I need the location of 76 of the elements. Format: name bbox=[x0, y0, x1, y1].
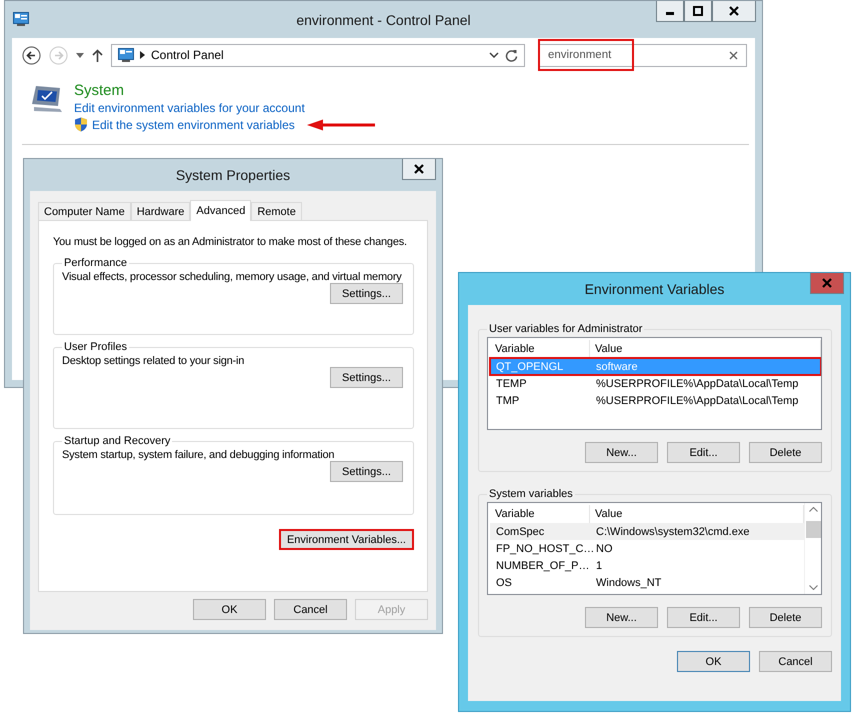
refresh-icon[interactable] bbox=[505, 48, 518, 62]
tab[interactable]: Hardware bbox=[130, 202, 190, 220]
tab[interactable]: Computer Name bbox=[38, 202, 131, 220]
group-title: System variables bbox=[488, 488, 574, 500]
dropdown-icon[interactable] bbox=[76, 52, 84, 58]
scroll-down-icon[interactable] bbox=[808, 585, 818, 590]
variable-value: Windows_NT bbox=[595, 576, 662, 588]
list-action-button[interactable]: New... bbox=[585, 607, 658, 628]
close-icon bbox=[729, 6, 739, 16]
control-panel-icon bbox=[118, 48, 134, 62]
dropdown-icon[interactable] bbox=[489, 52, 499, 58]
variable-name: TEMP bbox=[495, 378, 528, 390]
address-bar[interactable]: Control Panel bbox=[111, 44, 525, 66]
variable-value: 1 bbox=[595, 560, 604, 572]
settings-link[interactable]: Edit the system environment variables bbox=[92, 118, 295, 132]
tab[interactable]: Remote bbox=[251, 202, 302, 220]
dialog-button[interactable]: Cancel bbox=[759, 651, 832, 672]
variable-name: TMP bbox=[495, 394, 520, 406]
variable-name: OS bbox=[495, 576, 513, 588]
list-action-button[interactable]: Delete bbox=[749, 607, 822, 628]
up-arrow-icon[interactable] bbox=[92, 48, 103, 62]
clear-icon[interactable] bbox=[729, 50, 738, 60]
search-text: environment bbox=[548, 49, 612, 61]
variable-row[interactable]: NUMBER_OF_P… 1 bbox=[490, 557, 804, 574]
variable-name: QT_OPENGL bbox=[495, 360, 564, 372]
tab[interactable]: Advanced bbox=[190, 200, 252, 221]
back-icon[interactable] bbox=[22, 46, 41, 64]
dialog-title: Environment Variables bbox=[584, 281, 724, 297]
dialog-button[interactable]: OK bbox=[677, 651, 750, 672]
variable-value: C:\Windows\system32\cmd.exe bbox=[595, 526, 750, 538]
address-text: Control Panel bbox=[151, 48, 225, 62]
dialog-title: System Properties bbox=[176, 167, 290, 183]
dialog-button[interactable]: OK bbox=[193, 599, 266, 620]
scroll-thumb[interactable] bbox=[806, 521, 821, 538]
group-description: Desktop settings related to your sign-in bbox=[62, 355, 246, 367]
close-icon bbox=[822, 278, 832, 288]
variable-name: NUMBER_OF_P… bbox=[495, 560, 590, 572]
list-action-button[interactable]: New... bbox=[585, 442, 658, 463]
group-title: Performance bbox=[63, 257, 128, 269]
chevron-icon bbox=[140, 51, 145, 59]
group-description: System startup, system failure, and debugging information bbox=[62, 449, 336, 461]
settings-button[interactable]: Settings... bbox=[330, 461, 403, 482]
maximize-icon bbox=[693, 6, 703, 16]
maximize-button[interactable] bbox=[684, 1, 712, 22]
list-action-button[interactable]: Edit... bbox=[667, 607, 740, 628]
result-heading: System bbox=[74, 82, 126, 99]
group-title: User variables for Administrator bbox=[488, 323, 644, 335]
group-description: Visual effects, processor scheduling, memory usage, and virtual memory bbox=[62, 271, 403, 283]
group-title: Startup and Recovery bbox=[63, 435, 172, 447]
close-button[interactable] bbox=[712, 1, 756, 22]
variable-name: ComSpec bbox=[495, 526, 546, 538]
close-icon bbox=[414, 164, 424, 174]
settings-link[interactable]: Edit environment variables for your account bbox=[74, 101, 305, 115]
variable-value: software bbox=[595, 360, 639, 372]
notice-text: You must be logged on as an Administrator to make most of these changes. bbox=[53, 235, 408, 249]
control-panel-icon bbox=[13, 12, 29, 26]
variable-row[interactable]: TMP %USERPROFILE%\AppData\Local\Temp bbox=[490, 392, 821, 409]
minimize-button[interactable] bbox=[656, 1, 684, 22]
variable-value: NO bbox=[595, 542, 614, 554]
settings-button[interactable]: Settings... bbox=[330, 283, 403, 304]
group-title: User Profiles bbox=[63, 341, 128, 353]
environment-variables-button[interactable]: Environment Variables... bbox=[278, 529, 414, 550]
variable-row[interactable]: FP_NO_HOST_C…NO bbox=[490, 540, 804, 557]
variable-value: %USERPROFILE%\AppData\Local\Temp bbox=[595, 378, 800, 390]
window-title: environment - Control Panel bbox=[296, 12, 471, 28]
settings-button[interactable]: Settings... bbox=[330, 367, 403, 388]
variable-row[interactable]: ComSpec C:\Windows\system32\cmd.exe bbox=[490, 523, 804, 540]
list-action-button[interactable]: Edit... bbox=[667, 442, 740, 463]
dialog-button[interactable]: Cancel bbox=[274, 599, 347, 620]
scroll-up-icon[interactable] bbox=[808, 507, 818, 512]
close-button[interactable] bbox=[402, 159, 436, 180]
variable-row[interactable]: OS Windows_NT bbox=[490, 574, 804, 591]
variable-value: %USERPROFILE%\AppData\Local\Temp bbox=[595, 394, 800, 406]
scrollbar[interactable] bbox=[804, 503, 821, 594]
list-action-button[interactable]: Delete bbox=[749, 442, 822, 463]
variable-row[interactable]: TEMP %USERPROFILE%\AppData\Local\Temp bbox=[490, 375, 821, 392]
